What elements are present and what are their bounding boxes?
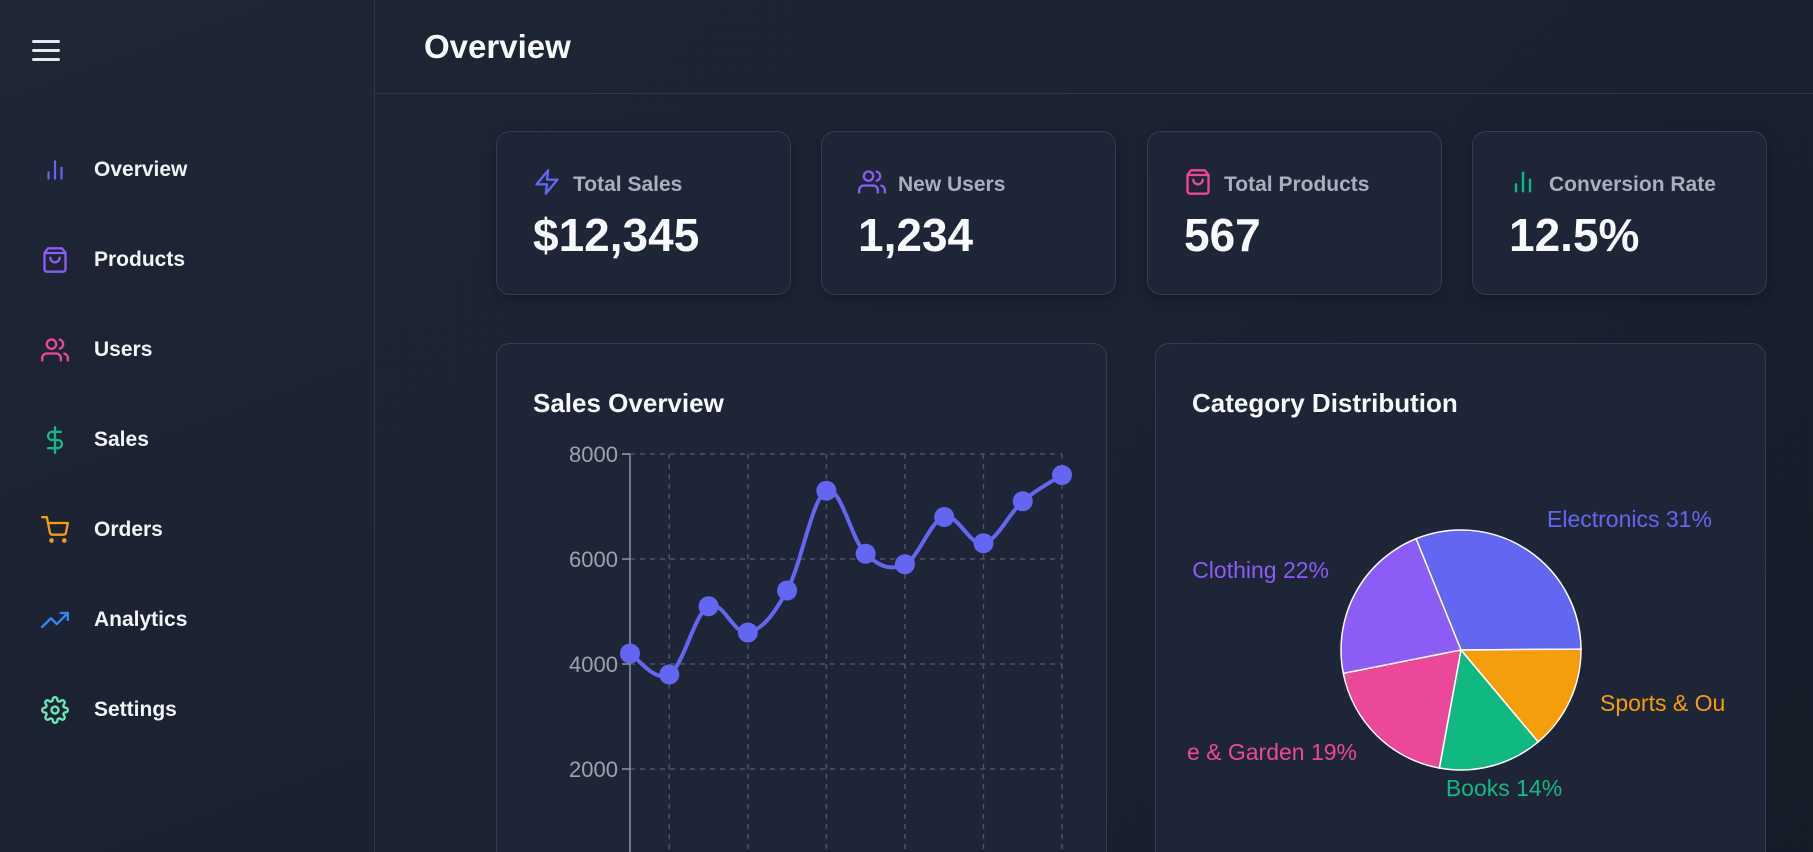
dollar-sign-icon bbox=[40, 425, 70, 455]
top-bar: Overview bbox=[375, 0, 1813, 94]
shopping-cart-icon bbox=[40, 515, 70, 545]
y-tick-label: 8000 bbox=[569, 442, 618, 467]
sidebar-item-orders[interactable]: Orders bbox=[0, 485, 375, 575]
sales-data-point[interactable] bbox=[973, 533, 994, 554]
pie-slice-label: e & Garden 19% bbox=[1187, 739, 1357, 765]
sales-data-point[interactable] bbox=[855, 543, 876, 564]
sales-data-point[interactable] bbox=[777, 580, 798, 601]
sidebar-item-analytics[interactable]: Analytics bbox=[0, 575, 375, 665]
sidebar-item-sales[interactable]: Sales bbox=[0, 395, 375, 485]
y-tick-label: 4000 bbox=[569, 652, 618, 677]
sidebar-nav: Overview Products Users Sales Orders Ana… bbox=[0, 125, 375, 755]
settings-icon bbox=[40, 695, 70, 725]
sidebar-item-label: Products bbox=[94, 248, 186, 271]
stat-value: 1,234 bbox=[858, 209, 974, 261]
category-pie-chart: Electronics 31% Sports & Ou Books 14% e & G… bbox=[1187, 506, 1725, 801]
sidebar: Overview Products Users Sales Orders Ana… bbox=[0, 0, 375, 852]
stat-label: Total Sales bbox=[573, 172, 683, 196]
page-title: Overview bbox=[424, 28, 571, 65]
users-icon bbox=[40, 335, 70, 365]
sales-data-point[interactable] bbox=[698, 596, 719, 617]
stat-label: Total Products bbox=[1224, 172, 1370, 196]
pie-slice-label: Clothing 22% bbox=[1192, 557, 1329, 583]
sidebar-item-label: Overview bbox=[94, 158, 188, 181]
sales-overview-panel: Sales Overview 8000 6000 4000 2000 bbox=[496, 343, 1107, 852]
bar-chart-icon bbox=[40, 155, 70, 185]
menu-icon bbox=[32, 40, 60, 43]
menu-toggle-button[interactable] bbox=[32, 40, 60, 64]
stat-label: Conversion Rate bbox=[1549, 172, 1716, 196]
sidebar-item-label: Orders bbox=[94, 518, 163, 541]
y-tick-label: 2000 bbox=[569, 757, 618, 782]
users-icon bbox=[858, 168, 886, 201]
stat-card-new-users: New Users 1,234 bbox=[821, 131, 1116, 295]
pie-slice-label: Electronics 31% bbox=[1547, 506, 1712, 532]
pie-slice-label: Sports & Ou bbox=[1600, 690, 1725, 716]
trending-up-icon bbox=[40, 605, 70, 635]
stat-value: 12.5% bbox=[1509, 209, 1640, 261]
sales-data-point[interactable] bbox=[1012, 491, 1033, 512]
sidebar-item-overview[interactable]: Overview bbox=[0, 125, 375, 215]
sidebar-item-label: Analytics bbox=[94, 608, 188, 631]
sales-data-point[interactable] bbox=[816, 480, 837, 501]
sidebar-item-settings[interactable]: Settings bbox=[0, 665, 375, 755]
sales-data-point[interactable] bbox=[659, 664, 680, 685]
zap-icon bbox=[533, 168, 561, 201]
sales-data-point[interactable] bbox=[894, 554, 915, 575]
sales-line-chart: 8000 6000 4000 2000 bbox=[569, 442, 1072, 852]
shopping-bag-icon bbox=[40, 245, 70, 275]
stat-value: $12,345 bbox=[533, 209, 700, 261]
stat-card-conversion-rate: Conversion Rate 12.5% bbox=[1472, 131, 1767, 295]
y-tick-label: 6000 bbox=[569, 547, 618, 572]
sidebar-item-users[interactable]: Users bbox=[0, 305, 375, 395]
stat-card-total-products: Total Products 567 bbox=[1147, 131, 1442, 295]
sidebar-item-label: Users bbox=[94, 338, 153, 361]
menu-icon-line bbox=[32, 49, 60, 52]
sales-series-line bbox=[628, 473, 1064, 679]
sidebar-item-label: Settings bbox=[94, 698, 177, 721]
sales-data-point[interactable] bbox=[1052, 465, 1072, 485]
stat-value: 567 bbox=[1184, 209, 1261, 261]
bar-chart-icon bbox=[1509, 168, 1537, 201]
sidebar-item-products[interactable]: Products bbox=[0, 215, 375, 305]
category-distribution-panel: Category Distribution Electronics 31% Spo… bbox=[1155, 343, 1766, 852]
stat-label: New Users bbox=[898, 172, 1006, 196]
sales-data-point[interactable] bbox=[934, 507, 955, 527]
sales-data-point[interactable] bbox=[620, 643, 640, 664]
stat-card-total-sales: Total Sales $12,345 bbox=[496, 131, 791, 295]
sales-data-point[interactable] bbox=[737, 622, 758, 643]
shopping-bag-icon bbox=[1184, 168, 1212, 201]
pie-slice-label: Books 14% bbox=[1446, 775, 1562, 801]
menu-icon-line bbox=[32, 58, 60, 61]
sidebar-item-label: Sales bbox=[94, 428, 149, 451]
